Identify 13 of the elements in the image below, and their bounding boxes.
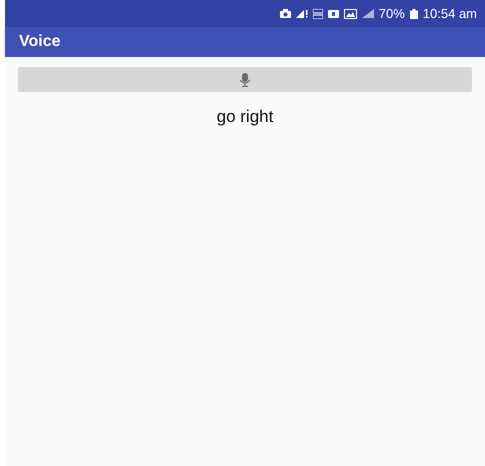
battery-percentage: 70%	[378, 6, 405, 21]
notification-icon	[328, 10, 339, 18]
clock: 10:54 am	[422, 6, 477, 21]
recognized-text: go right	[216, 107, 274, 127]
microphone-icon	[239, 72, 251, 86]
image-icon	[344, 8, 357, 18]
battery-icon	[410, 8, 418, 18]
network-icon	[312, 8, 323, 18]
microphone-button[interactable]	[18, 67, 472, 92]
app-title: Voice	[19, 33, 60, 51]
camera-icon	[280, 9, 291, 18]
signal-icon	[296, 9, 308, 18]
signal-icon	[362, 9, 374, 18]
